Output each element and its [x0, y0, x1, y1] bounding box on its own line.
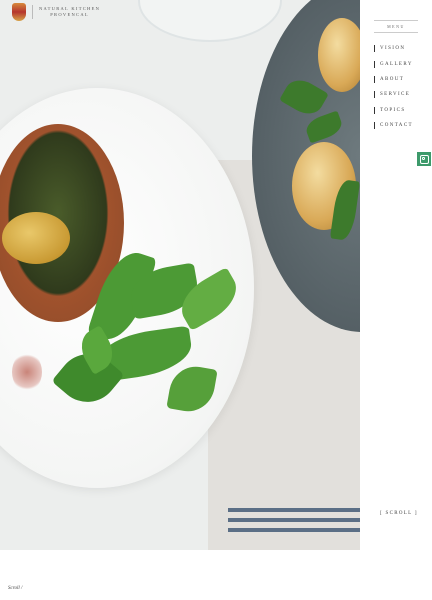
nav-marker: [374, 45, 375, 53]
logo-text: NATURAL KITCHEN PROVENCAL: [39, 6, 100, 18]
main-nav: VISION GALLERY ABOUT SERVICE TOPICS CONT…: [374, 41, 413, 133]
menu-title: MENU: [374, 20, 418, 33]
site-logo[interactable]: NATURAL KITCHEN PROVENCAL: [12, 3, 100, 21]
pink-salt: [12, 352, 42, 392]
nav-item-vision[interactable]: VISION: [374, 41, 413, 56]
nav-item-topics[interactable]: TOPICS: [374, 103, 413, 118]
nav-item-label: TOPICS: [380, 107, 406, 113]
hero-image: [0, 0, 360, 550]
nav-item-service[interactable]: SERVICE: [374, 87, 413, 102]
nav-item-label: CONTACT: [380, 123, 414, 129]
scroll-indicator[interactable]: [ SCROLL ]: [380, 511, 418, 516]
glass: [138, 0, 282, 42]
nav-marker: [374, 106, 375, 114]
instagram-button[interactable]: [417, 152, 431, 166]
nav-item-label: VISION: [380, 46, 406, 52]
nav-item-label: ABOUT: [380, 76, 405, 82]
logo-line-2: PROVENCAL: [50, 12, 89, 17]
nav-item-about[interactable]: ABOUT: [374, 72, 413, 87]
nav-item-gallery[interactable]: GALLERY: [374, 56, 413, 71]
gold-spoon: [2, 212, 70, 264]
nav-marker: [374, 91, 375, 99]
nav-item-label: SERVICE: [380, 92, 411, 98]
logo-divider: [32, 5, 33, 19]
nav-marker: [374, 60, 375, 68]
potato: [318, 18, 360, 92]
nav-marker: [374, 75, 375, 83]
nav-item-label: GALLERY: [380, 61, 413, 67]
footer-signature: Scroll /: [8, 586, 23, 591]
nav-item-contact[interactable]: CONTACT: [374, 118, 413, 133]
instagram-icon: [419, 154, 429, 164]
crest-icon: [12, 3, 26, 21]
nav-marker: [374, 122, 375, 130]
